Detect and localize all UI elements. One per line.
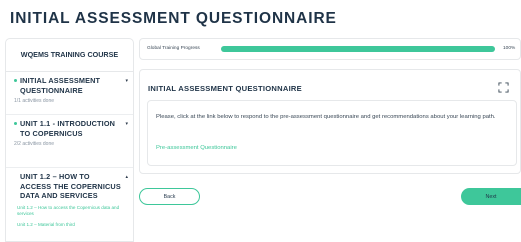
back-button[interactable]: Back	[139, 188, 200, 205]
unit-progress-text: 2/2 activities done	[14, 141, 55, 148]
course-sidebar: WQEMS TRAINING COURSE INITIAL ASSESSMENT…	[5, 38, 134, 242]
pre-assessment-questionnaire-link[interactable]: Pre-assessment Questionnaire	[156, 145, 237, 151]
sidebar-unit-1-2[interactable]: UNIT 1.2 – HOW TO ACCESS THE COPERNICUS …	[6, 168, 133, 231]
unit-title: UNIT 1.2 – HOW TO ACCESS THE COPERNICUS …	[20, 172, 121, 201]
chevron-down-icon[interactable]: ▾	[125, 121, 128, 127]
unit-title: INITIAL ASSESSMENT QUESTIONNAIRE	[20, 76, 101, 95]
unit-title: UNIT 1.1 - INTRODUCTION TO COPERNICUS	[20, 119, 116, 138]
unit-progress-text: 1/1 activities done	[14, 98, 55, 105]
sidebar-unit-1-1[interactable]: UNIT 1.1 - INTRODUCTION TO COPERNICUS ▾ …	[6, 115, 133, 168]
progress-value: 100%	[503, 46, 516, 51]
status-dot-icon	[14, 175, 17, 178]
activity-link[interactable]: Unit 1.2 – Material from third	[14, 222, 128, 228]
progress-label: Global Training Progress	[147, 46, 200, 51]
activity-content: Please, click at the link below to respo…	[147, 100, 517, 166]
next-button[interactable]: Next	[461, 188, 521, 205]
course-title: WQEMS TRAINING COURSE	[6, 39, 133, 72]
activity-link[interactable]: Unit 1.2 – How to access the Copernicus …	[14, 205, 128, 217]
page-title: INITIAL ASSESSMENT QUESTIONNAIRE	[10, 10, 337, 27]
progress-bar-fill	[221, 45, 495, 52]
activity-card: INITIAL ASSESSMENT QUESTIONNAIRE Please,…	[139, 69, 521, 174]
sidebar-unit-initial-assessment[interactable]: INITIAL ASSESSMENT QUESTIONNAIRE ▾ 1/1 a…	[6, 72, 133, 115]
chevron-up-icon[interactable]: ▴	[125, 174, 128, 180]
instruction-text: Please, click at the link below to respo…	[156, 114, 496, 120]
expand-icon[interactable]	[498, 82, 509, 93]
chevron-down-icon[interactable]: ▾	[125, 78, 128, 84]
activity-title: INITIAL ASSESSMENT QUESTIONNAIRE	[148, 84, 302, 93]
completed-dot-icon	[14, 79, 17, 82]
completed-dot-icon	[14, 122, 17, 125]
